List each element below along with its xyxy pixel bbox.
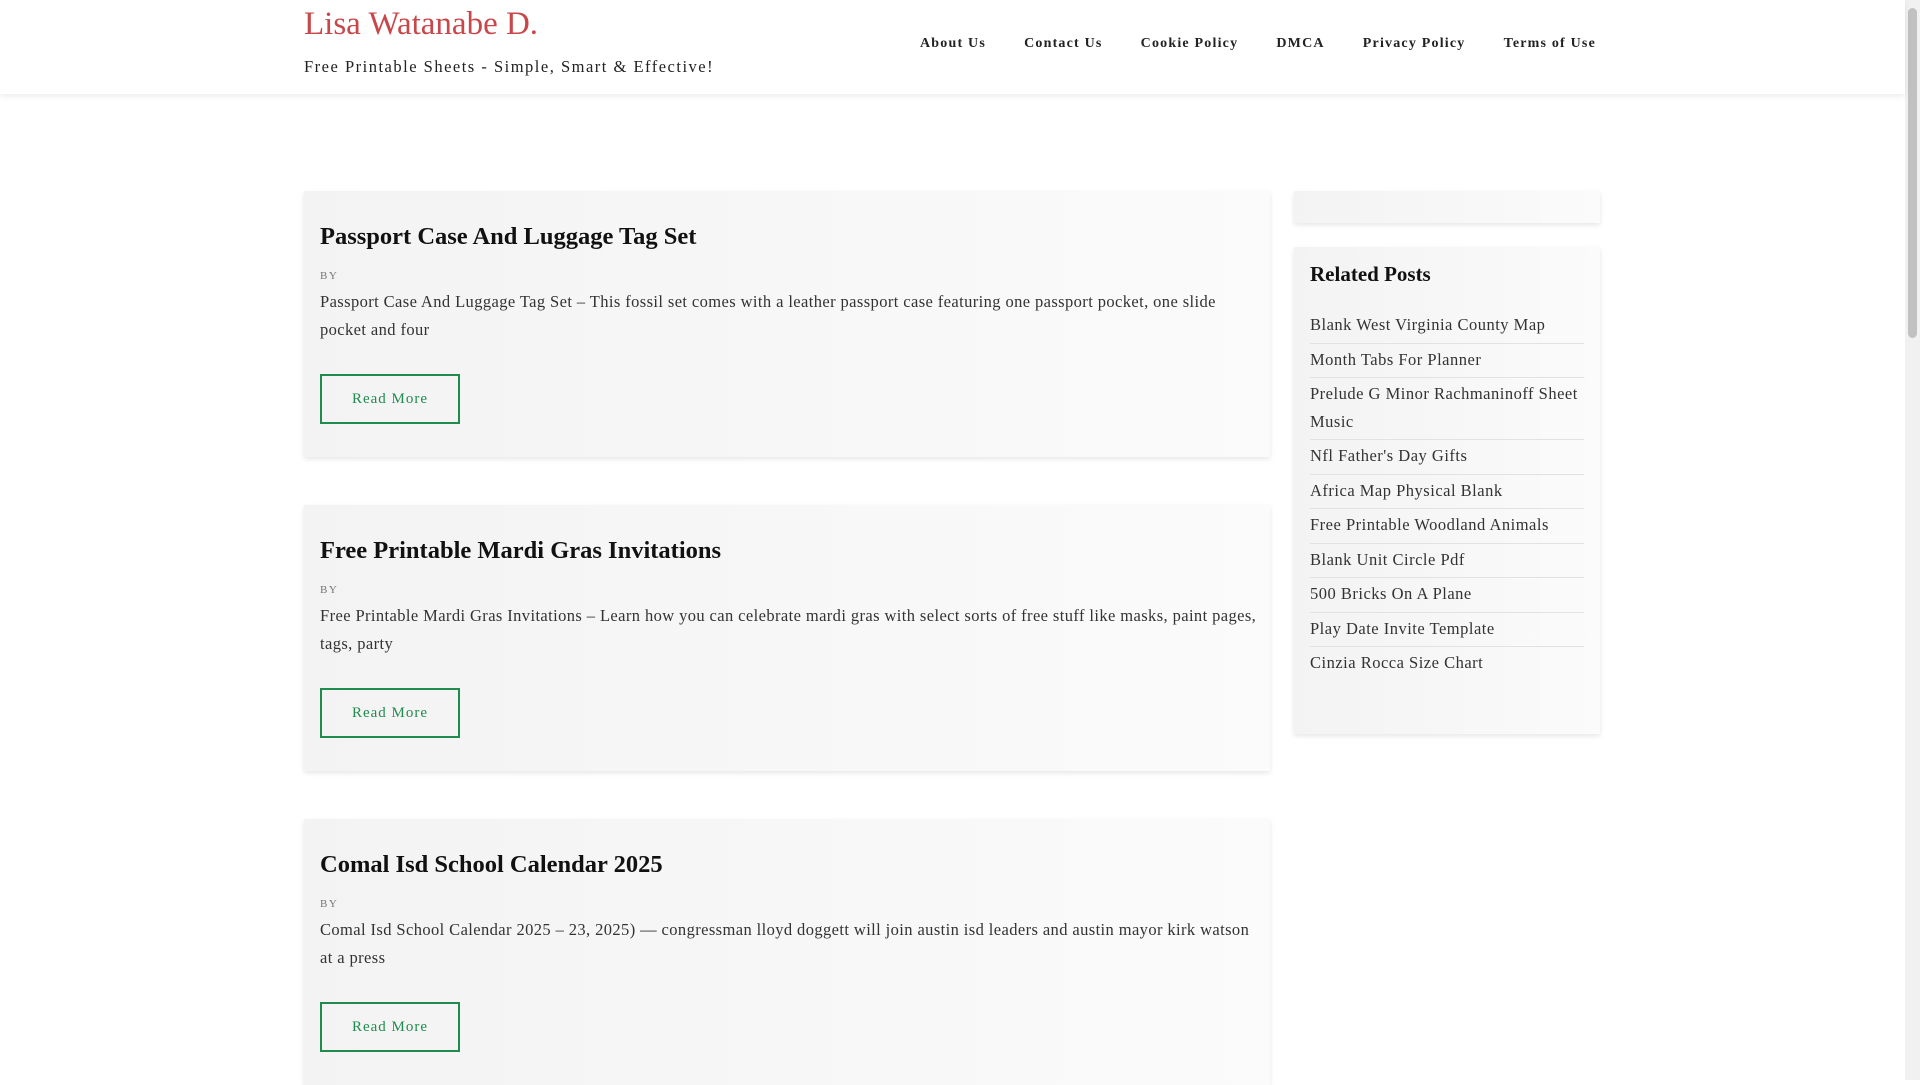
nav-dmca[interactable]: DMCA bbox=[1276, 36, 1324, 52]
related-post-link[interactable]: Africa Map Physical Blank bbox=[1310, 475, 1584, 509]
post-excerpt: Comal Isd School Calendar 2025 – 23, 202… bbox=[320, 920, 1250, 967]
related-posts-title: Related Posts bbox=[1310, 262, 1431, 286]
post-byline: BY bbox=[320, 584, 339, 596]
read-more-button[interactable]: Read More bbox=[320, 374, 460, 424]
related-post-link[interactable]: Nfl Father's Day Gifts bbox=[1310, 440, 1584, 475]
post-excerpt: Passport Case And Luggage Tag Set – This… bbox=[320, 292, 1216, 339]
post-title[interactable]: Passport Case And Luggage Tag Set bbox=[320, 223, 696, 251]
related-post-link[interactable]: Free Printable Woodland Animals bbox=[1310, 509, 1584, 544]
post-title[interactable]: Comal Isd School Calendar 2025 bbox=[320, 851, 663, 879]
read-more-button[interactable]: Read More bbox=[320, 1002, 460, 1052]
scrollbar-thumb[interactable] bbox=[1908, 8, 1917, 338]
post-card: Comal Isd School Calendar 2025 BY Comal … bbox=[304, 819, 1270, 1085]
nav-privacy-policy[interactable]: Privacy Policy bbox=[1363, 36, 1466, 52]
related-posts-list: Blank West Virginia County Map Month Tab… bbox=[1310, 309, 1584, 681]
related-posts-widget: Related Posts Blank West Virginia County… bbox=[1294, 247, 1600, 734]
main-nav: About Us Contact Us Cookie Policy DMCA P… bbox=[920, 36, 1596, 52]
post-card: Free Printable Mardi Gras Invitations BY… bbox=[304, 505, 1270, 771]
site-title[interactable]: Lisa Watanabe D. bbox=[304, 6, 538, 43]
post-byline: BY bbox=[320, 270, 339, 282]
sidebar-empty-widget bbox=[1294, 191, 1600, 223]
related-post-link[interactable]: 500 Bricks On A Plane bbox=[1310, 578, 1584, 613]
post-byline: BY bbox=[320, 898, 339, 910]
related-post-link[interactable]: Month Tabs For Planner bbox=[1310, 344, 1584, 378]
nav-about-us[interactable]: About Us bbox=[920, 36, 986, 52]
related-post-link[interactable]: Blank Unit Circle Pdf bbox=[1310, 544, 1584, 578]
related-post-link[interactable]: Prelude G Minor Rachmaninoff Sheet Music bbox=[1310, 378, 1584, 440]
related-post-link[interactable]: Play Date Invite Template bbox=[1310, 613, 1584, 647]
nav-cookie-policy[interactable]: Cookie Policy bbox=[1141, 36, 1239, 52]
site-header: Lisa Watanabe D. Free Printable Sheets -… bbox=[0, 0, 1905, 94]
post-card: Passport Case And Luggage Tag Set BY Pas… bbox=[304, 191, 1270, 457]
post-excerpt: Free Printable Mardi Gras Invitations – … bbox=[320, 606, 1257, 653]
site-tagline: Free Printable Sheets - Simple, Smart & … bbox=[304, 57, 715, 76]
related-post-link[interactable]: Cinzia Rocca Size Chart bbox=[1310, 647, 1584, 681]
nav-contact-us[interactable]: Contact Us bbox=[1024, 36, 1103, 52]
related-post-link[interactable]: Blank West Virginia County Map bbox=[1310, 309, 1584, 344]
post-title[interactable]: Free Printable Mardi Gras Invitations bbox=[320, 537, 721, 565]
nav-terms-of-use[interactable]: Terms of Use bbox=[1504, 36, 1596, 52]
read-more-button[interactable]: Read More bbox=[320, 688, 460, 738]
